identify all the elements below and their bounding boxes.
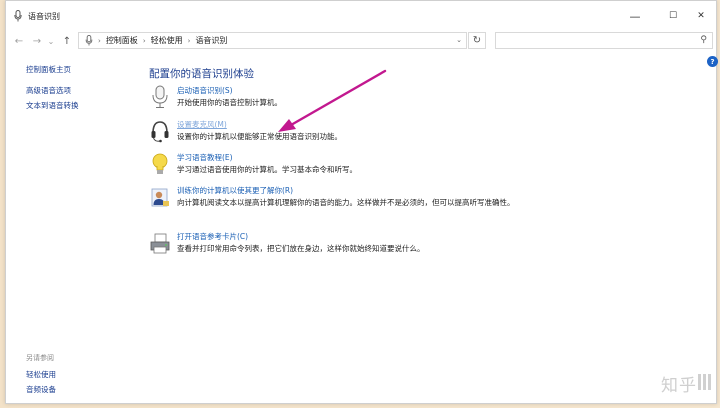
help-button[interactable]: ? [707,56,718,67]
printer-icon [150,233,170,254]
back-arrow-icon: ← [14,35,24,47]
breadcrumb-item-ease-of-access[interactable]: 轻松使用 [151,35,183,46]
maximize-button[interactable]: ☐ [659,7,687,25]
sidebar-link-text-to-speech[interactable]: 文本到语音转换 [26,100,79,111]
close-button[interactable]: ✕ [687,7,715,25]
window-title: 语音识别 [28,12,60,21]
maximize-icon: ☐ [668,11,678,21]
task-start-speech-recognition: 启动语音识别(S) 开始使用你的语音控制计算机。 [149,85,589,111]
chevron-right-icon[interactable]: › [143,37,146,45]
recent-locations-dropdown[interactable]: ⌄ [46,33,56,49]
chevron-right-icon: › [98,36,101,45]
page-title: 配置你的语音识别体验 [149,68,254,80]
microphone-icon [14,10,22,22]
up-button[interactable]: ↑ [60,33,74,49]
task-description: 设置你的计算机以便能够正常使用语音识别功能。 [177,132,342,141]
task-reference-card: 打开语音参考卡片(C) 查看并打印常用命令列表，把它们放在身边，这样你就始终知道… [149,231,589,257]
microphone-icon [152,85,168,108]
refresh-icon: ↻ [472,35,482,46]
task-description: 学习通过语音使用你的计算机。学习基本命令和听写。 [177,165,357,174]
chevron-right-icon[interactable]: › [188,37,191,45]
task-description: 向计算机阅读文本以提高计算机理解你的语音的能力。这样做并不是必须的，但可以提高听… [177,198,515,207]
user-training-icon [151,188,169,207]
control-panel-window: 语音识别 — ☐ ✕ ← → ⌄ ↑ › 控制面板 › 轻松使用 › 语音识别 … [5,0,718,404]
sidebar-link-ease-of-access[interactable]: 轻松使用 [26,369,56,380]
breadcrumb: › 控制面板 › 轻松使用 › 语音识别 [93,35,227,46]
sidebar-link-control-panel-home[interactable]: 控制面板主页 [26,64,71,75]
headset-icon [151,121,169,143]
sidebar-link-audio-devices[interactable]: 音频设备 [26,384,56,395]
breadcrumb-item-control-panel[interactable]: 控制面板 [106,35,138,46]
task-speech-tutorial: 学习语音教程(E) 学习通过语音使用你的计算机。学习基本命令和听写。 [149,152,589,178]
task-description: 开始使用你的语音控制计算机。 [177,98,282,107]
breadcrumb-item-speech-recognition[interactable]: 语音识别 [195,35,227,46]
minimize-button[interactable]: — [621,7,649,25]
minimize-icon: — [629,9,641,23]
address-history-dropdown[interactable]: ⌄ [456,36,462,44]
watermark-bars-icon [698,374,711,390]
forward-arrow-icon: → [32,35,42,47]
up-arrow-icon: ↑ [62,35,72,47]
speech-tutorial-link[interactable]: 学习语音教程(E) [177,152,233,163]
reference-card-link[interactable]: 打开语音参考卡片(C) [177,231,248,242]
watermark-logo: 知乎 [661,376,697,396]
sidebar-link-advanced-speech-options[interactable]: 高级语音选项 [26,85,71,96]
lightbulb-icon [152,153,168,174]
set-up-microphone-link[interactable]: 设置麦克风(M) [177,119,227,130]
forward-button[interactable]: → [30,33,44,49]
chevron-down-icon: ⌄ [47,36,55,46]
help-icon: ? [710,57,715,66]
title-bar: 语音识别 — ☐ ✕ [6,1,716,29]
search-icon: ⚲ [700,35,707,45]
refresh-button[interactable]: ↻ [468,32,486,49]
task-set-up-microphone: 设置麦克风(M) 设置你的计算机以便能够正常使用语音识别功能。 [149,119,589,145]
address-bar[interactable]: › 控制面板 › 轻松使用 › 语音识别 ⌄ [78,32,467,49]
train-computer-link[interactable]: 训练你的计算机以使其更了解你(R) [177,185,293,196]
back-button[interactable]: ← [12,33,26,49]
task-description: 查看并打印常用命令列表，把它们放在身边，这样你就始终知道要说什么。 [177,244,425,253]
see-also-heading: 另请参阅 [26,354,54,362]
navigation-bar: ← → ⌄ ↑ › 控制面板 › 轻松使用 › 语音识别 ⌄ ↻ ⚲ [6,29,716,53]
close-icon: ✕ [697,11,705,21]
start-speech-recognition-link[interactable]: 启动语音识别(S) [177,85,233,96]
microphone-icon [85,35,93,46]
task-train-computer: 训练你的计算机以使其更了解你(R) 向计算机阅读文本以提高计算机理解你的语音的能… [149,185,589,221]
search-input[interactable]: ⚲ [495,32,713,49]
